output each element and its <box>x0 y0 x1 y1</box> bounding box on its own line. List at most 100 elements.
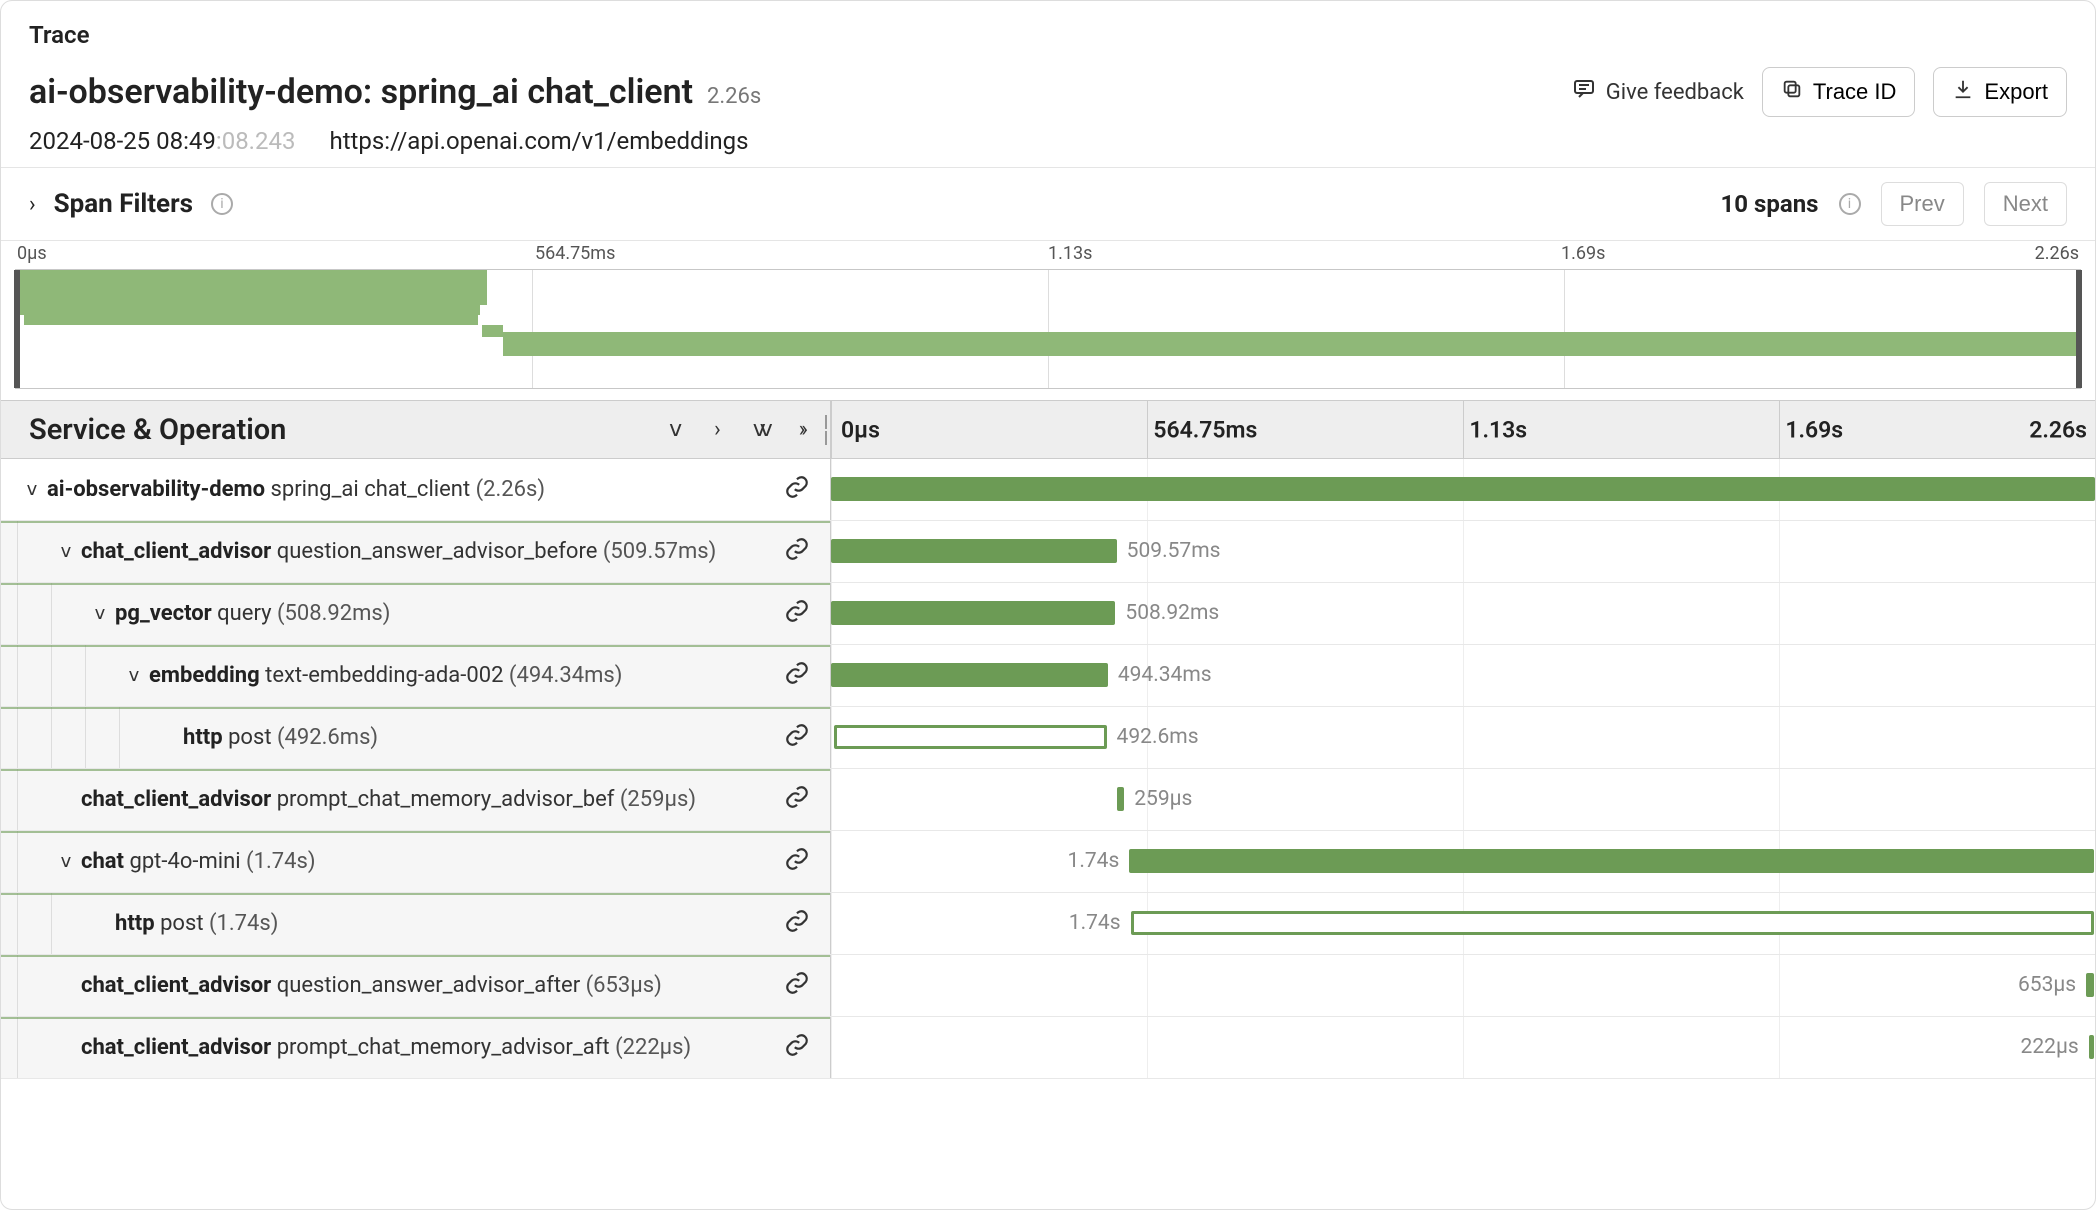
minimap-tick: 2.26s <box>2035 243 2079 264</box>
link-icon[interactable] <box>784 908 810 940</box>
span-bar[interactable] <box>831 477 2095 501</box>
span-name: question_answer_advisor_after <box>277 973 586 998</box>
caret-icon[interactable]: ⅴ <box>51 851 81 872</box>
span-bar[interactable] <box>1117 787 1125 811</box>
trace-url: https://api.openai.com/v1/embeddings <box>329 127 748 155</box>
span-row[interactable]: chat_client_advisor question_answer_advi… <box>1 955 2095 1017</box>
link-icon[interactable] <box>784 1032 810 1064</box>
timeline-tick: 564.75ms <box>1153 416 1257 443</box>
expand-all-icon[interactable]: ›› <box>799 417 804 442</box>
span-bar-duration-label: 508.92ms <box>1125 601 1219 625</box>
span-service: chat_client_advisor <box>81 787 277 812</box>
span-row-left[interactable]: ⅴembedding text-embedding-ada-002 (494.3… <box>1 645 831 706</box>
span-name: post <box>160 911 209 936</box>
span-row-timeline: 508.92ms <box>831 583 2095 644</box>
minimap-tick: 1.13s <box>1048 243 1092 264</box>
caret-icon[interactable]: ⅴ <box>119 665 149 686</box>
trace-header: Trace ai-observability-demo: spring_ai c… <box>1 1 2095 168</box>
caret-icon[interactable]: ⅴ <box>85 603 115 624</box>
span-row-left[interactable]: ⅴai-observability-demo spring_ai chat_cl… <box>1 459 831 520</box>
minimap[interactable]: 0µs 564.75ms 1.13s 1.69s 2.26s <box>1 241 2095 401</box>
span-row[interactable]: ⅴai-observability-demo spring_ai chat_cl… <box>1 459 2095 521</box>
span-row[interactable]: http post (492.6ms) 492.6ms <box>1 707 2095 769</box>
span-operation: chat_client_advisor question_answer_advi… <box>81 973 662 998</box>
link-icon[interactable] <box>784 660 810 692</box>
timeline-header: 0µs 564.75ms 1.13s 1.69s 2.26s <box>831 401 2095 458</box>
span-row[interactable]: chat_client_advisor prompt_chat_memory_a… <box>1 1017 2095 1079</box>
trace-id-label: Trace ID <box>1813 79 1897 105</box>
page-title: Trace <box>29 21 2067 49</box>
span-row[interactable]: ⅴchat gpt-4o-mini (1.74s) 1.74s <box>1 831 2095 893</box>
span-bar-duration-label: 653µs <box>2018 973 2076 997</box>
span-bar[interactable] <box>2089 1035 2094 1059</box>
minimap-right-handle[interactable] <box>2076 270 2082 388</box>
span-bar-duration-label: 1.74s <box>1068 849 1120 873</box>
span-operation: chat_client_advisor question_answer_advi… <box>81 539 716 564</box>
timeline-tick: 0µs <box>841 416 880 443</box>
span-operation: http post (492.6ms) <box>183 725 378 750</box>
span-row-left[interactable]: http post (1.74s) <box>1 893 831 954</box>
span-service: pg_vector <box>115 601 217 626</box>
span-row-timeline: 492.6ms <box>831 707 2095 768</box>
next-span-button[interactable]: Next <box>1984 182 2067 226</box>
span-row-left[interactable]: chat_client_advisor prompt_chat_memory_a… <box>1 769 831 830</box>
span-bar[interactable] <box>831 663 1108 687</box>
link-icon[interactable] <box>784 598 810 630</box>
span-bar[interactable] <box>1129 849 2093 873</box>
span-name: spring_ai chat_client <box>270 477 475 502</box>
span-service: chat_client_advisor <box>81 539 277 564</box>
span-row-left[interactable]: ⅴpg_vector query (508.92ms) <box>1 583 831 644</box>
span-bar[interactable] <box>831 601 1115 625</box>
span-bar[interactable] <box>831 539 1117 563</box>
link-icon[interactable] <box>784 970 810 1002</box>
collapse-all-icon[interactable]: ⅴⅴ <box>753 417 767 442</box>
span-bar[interactable] <box>2086 973 2094 997</box>
link-icon[interactable] <box>784 846 810 878</box>
trace-id-button[interactable]: Trace ID <box>1762 67 1916 117</box>
link-icon[interactable] <box>784 536 810 568</box>
span-row[interactable]: ⅴchat_client_advisor question_answer_adv… <box>1 521 2095 583</box>
span-row-left[interactable]: ⅴchat gpt-4o-mini (1.74s) <box>1 831 831 892</box>
link-icon[interactable] <box>784 784 810 816</box>
span-duration-text: (259µs) <box>620 787 696 812</box>
span-bar[interactable] <box>834 725 1107 749</box>
span-bar[interactable] <box>1131 911 2094 935</box>
expand-one-icon[interactable]: › <box>714 417 721 442</box>
minimap-bar <box>482 325 503 337</box>
span-row-left[interactable]: ⅴchat_client_advisor question_answer_adv… <box>1 521 831 582</box>
minimap-tick: 0µs <box>17 243 47 264</box>
caret-icon[interactable]: ⅴ <box>51 541 81 562</box>
span-row-left[interactable]: http post (492.6ms) <box>1 707 831 768</box>
export-button[interactable]: Export <box>1933 67 2067 117</box>
minimap-left-handle[interactable] <box>14 270 20 388</box>
span-operation: chat gpt-4o-mini (1.74s) <box>81 849 315 874</box>
span-row-left[interactable]: chat_client_advisor prompt_chat_memory_a… <box>1 1017 831 1078</box>
span-duration-text: (509.57ms) <box>603 539 716 564</box>
timeline-tick: 1.13s <box>1469 416 1527 443</box>
give-feedback-link[interactable]: Give feedback <box>1572 77 1744 107</box>
span-service: http <box>183 725 228 750</box>
feedback-icon <box>1572 77 1596 107</box>
span-row[interactable]: ⅴembedding text-embedding-ada-002 (494.3… <box>1 645 2095 707</box>
span-row[interactable]: ⅴpg_vector query (508.92ms) 508.92ms <box>1 583 2095 645</box>
link-icon[interactable] <box>784 474 810 506</box>
link-icon[interactable] <box>784 722 810 754</box>
span-row-left[interactable]: chat_client_advisor question_answer_advi… <box>1 955 831 1016</box>
trace-total-duration: 2.26s <box>707 84 761 109</box>
span-name: prompt_chat_memory_advisor_bef <box>277 787 620 812</box>
prev-span-button[interactable]: Prev <box>1881 182 1964 226</box>
timestamp-main: 2024-08-25 08:49 <box>29 127 216 155</box>
collapse-one-icon[interactable]: ⅴ <box>669 417 682 442</box>
info-icon[interactable]: i <box>1839 193 1861 215</box>
span-row[interactable]: http post (1.74s)1.74s <box>1 893 2095 955</box>
span-row-timeline: 1.74s <box>831 831 2095 892</box>
span-filters-row: › Span Filters i 10 spans i Prev Next <box>1 168 2095 241</box>
span-bar-duration-label: 222µs <box>2021 1035 2079 1059</box>
span-duration-text: (508.92ms) <box>277 601 390 626</box>
span-operation: chat_client_advisor prompt_chat_memory_a… <box>81 1035 691 1060</box>
caret-icon[interactable]: ⅴ <box>17 479 47 500</box>
info-icon[interactable]: i <box>211 193 233 215</box>
span-service: chat <box>81 849 129 874</box>
span-row[interactable]: chat_client_advisor prompt_chat_memory_a… <box>1 769 2095 831</box>
span-filters-expand-icon[interactable]: › <box>29 192 36 217</box>
